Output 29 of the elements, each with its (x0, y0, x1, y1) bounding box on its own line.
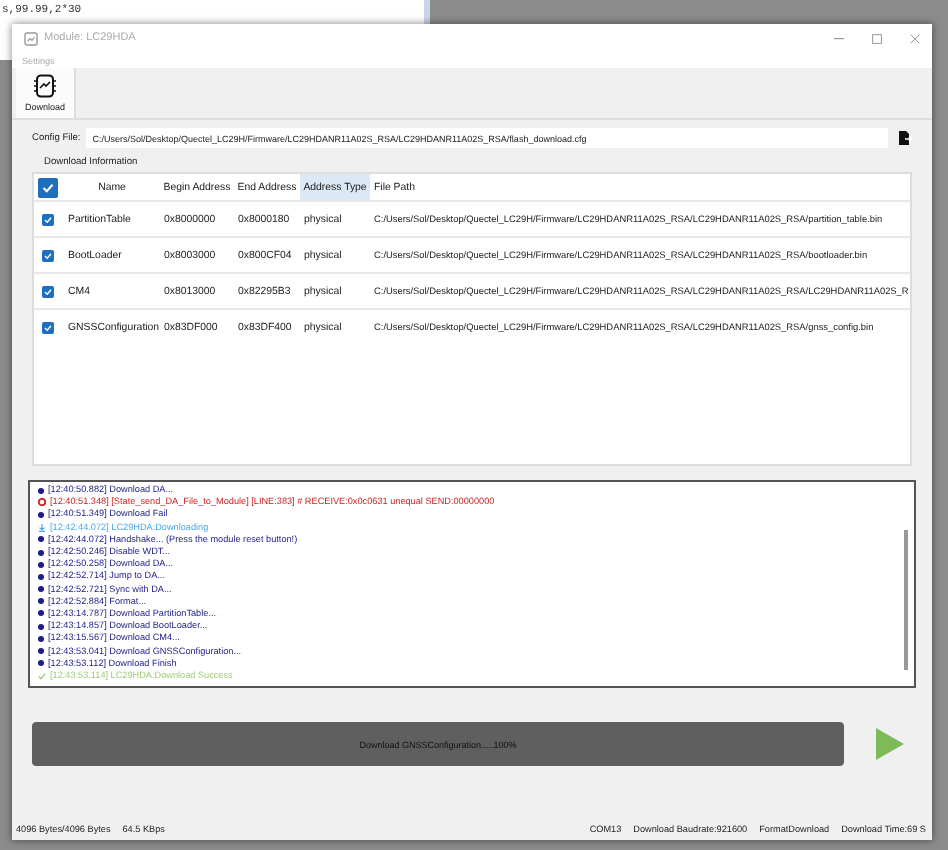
bullet-icon (38, 586, 44, 593)
checkbox[interactable] (42, 213, 54, 225)
error-icon (38, 498, 46, 507)
checkbox[interactable] (38, 177, 58, 197)
bullet-icon (38, 487, 44, 494)
app-icon (24, 31, 38, 45)
checkbox[interactable] (42, 285, 54, 297)
download-icon (38, 523, 46, 532)
scrollbar[interactable] (904, 530, 908, 670)
check-icon (38, 671, 46, 680)
minimize-icon[interactable] (834, 37, 844, 39)
bullet-icon (38, 573, 44, 580)
bullet-icon (38, 623, 44, 630)
maximize-icon[interactable] (872, 33, 882, 43)
bullet-icon (38, 536, 44, 543)
bullet-icon (38, 660, 44, 667)
checkbox[interactable] (42, 321, 54, 333)
checkbox[interactable] (42, 249, 54, 261)
bullet-icon (38, 598, 44, 605)
start-button[interactable] (876, 728, 904, 760)
chip-icon (34, 74, 56, 98)
bullet-icon (38, 610, 44, 617)
bullet-icon (38, 635, 44, 642)
bullet-icon (38, 511, 44, 518)
close-icon[interactable] (910, 33, 920, 43)
bullet-icon (38, 549, 44, 556)
bullet-icon (38, 561, 44, 568)
open-file-button[interactable] (894, 130, 916, 146)
bullet-icon (38, 648, 44, 655)
